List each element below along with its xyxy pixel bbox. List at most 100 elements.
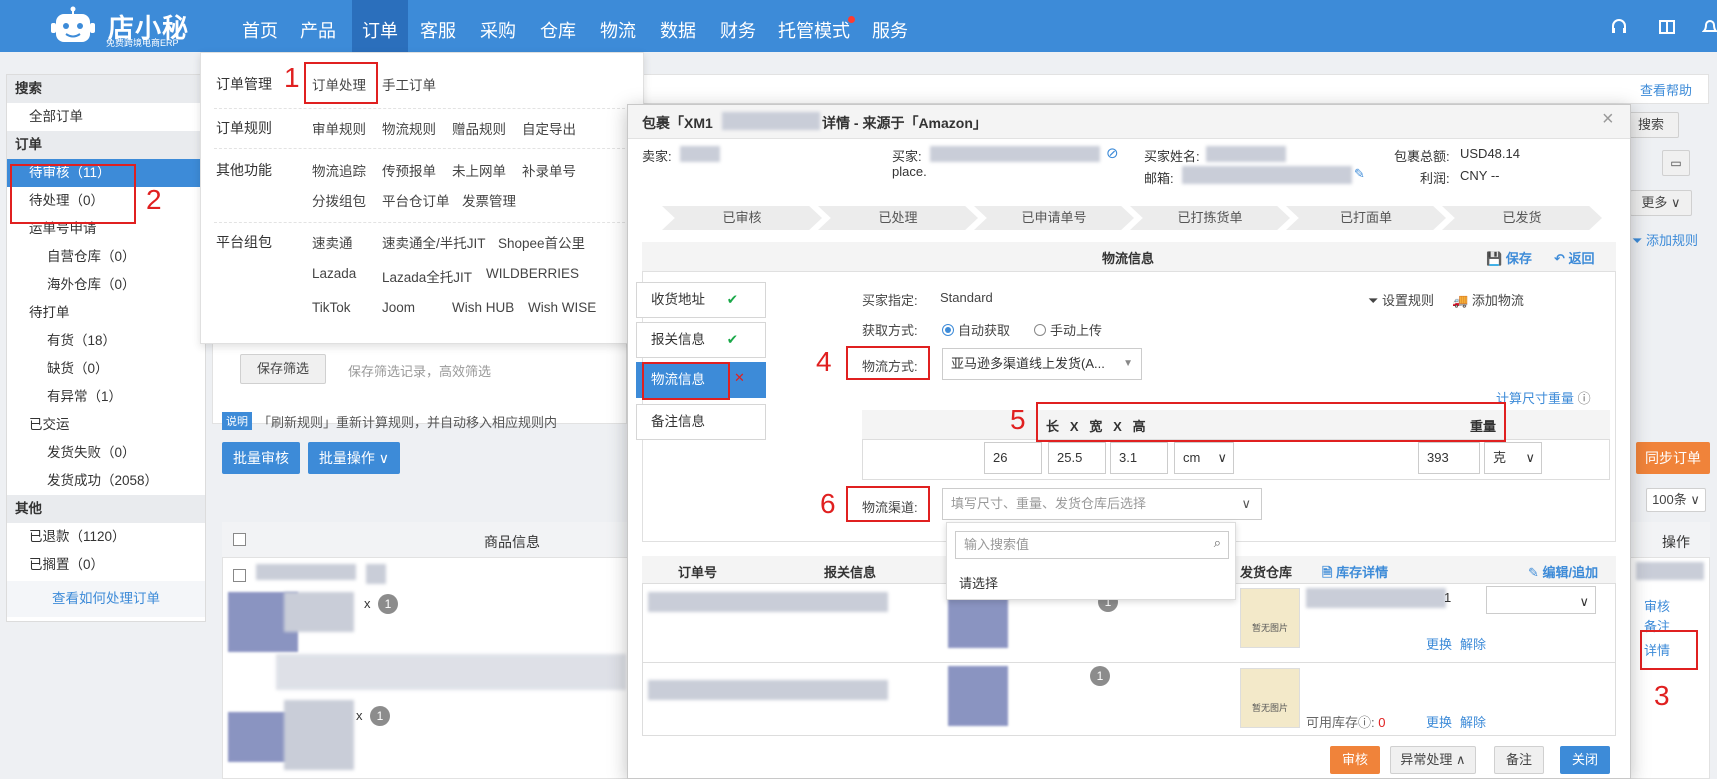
width-input[interactable]: 25.5: [1048, 442, 1106, 474]
option-please-select[interactable]: 请选择: [959, 573, 998, 592]
menu-wish-hub[interactable]: Wish HUB: [452, 300, 514, 315]
add-rule-link[interactable]: ⏷ 添加规则: [1632, 230, 1698, 249]
sidebar-item-shelved[interactable]: 已搁置（0）: [7, 551, 205, 579]
menu-joom[interactable]: Joom: [382, 300, 415, 315]
review-link[interactable]: 审核: [1644, 596, 1670, 615]
tab-customs[interactable]: 报关信息 ✔: [636, 322, 766, 358]
nav-services[interactable]: 服务: [868, 0, 912, 52]
menu-not-online[interactable]: 未上网单: [452, 160, 506, 180]
close-icon[interactable]: ×: [1602, 108, 1614, 131]
nav-warehouse[interactable]: 仓库: [536, 0, 580, 52]
sidebar-howto-link[interactable]: 查看如何处理订单: [7, 581, 205, 617]
replace-link-2[interactable]: 更换: [1426, 712, 1452, 731]
channel-select[interactable]: 填写尺寸、重量、发货仓库后选择 ∨: [942, 488, 1262, 520]
add-logistics-link[interactable]: 🚚 添加物流: [1452, 290, 1524, 309]
search-button[interactable]: 搜索: [1623, 112, 1679, 138]
save-button[interactable]: 💾 保存: [1486, 248, 1532, 267]
menu-invoice[interactable]: 发票管理: [462, 190, 516, 210]
back-button[interactable]: ↶ 返回: [1554, 248, 1595, 267]
calc-weight-link[interactable]: 计算尺寸重量 ⓘ: [1496, 388, 1591, 407]
nav-order[interactable]: 订单: [352, 0, 408, 52]
abnormal-button[interactable]: 异常处理 ∧: [1390, 746, 1476, 774]
edit-email-icon[interactable]: ✎: [1354, 166, 1365, 182]
nav-home[interactable]: 首页: [238, 0, 282, 52]
bell-icon[interactable]: [1701, 18, 1717, 41]
unbind-link[interactable]: 解除: [1460, 634, 1486, 653]
method-select[interactable]: 亚马逊多渠道线上发货(A... ▼: [942, 348, 1142, 380]
menu-forecast[interactable]: 传预报单: [382, 160, 436, 180]
sidebar-item-ship-fail[interactable]: 发货失败（0）: [7, 439, 205, 467]
menu-aliexpress-jit[interactable]: 速卖通全/半托JIT: [382, 232, 486, 252]
block-icon[interactable]: ⊘: [1106, 144, 1119, 162]
modal-close-button[interactable]: 关闭: [1560, 746, 1610, 774]
menu-split-pack[interactable]: 分拨组包: [312, 190, 366, 210]
menu-aliexpress[interactable]: 速卖通: [312, 232, 353, 252]
row-checkbox[interactable]: [233, 569, 246, 582]
save-filter-button[interactable]: 保存筛选: [240, 354, 326, 384]
menu-wish-wise[interactable]: Wish WISE: [528, 300, 596, 315]
headset-icon[interactable]: [1610, 18, 1628, 41]
length-input[interactable]: 26: [984, 442, 1042, 474]
sidebar-item-self-wh[interactable]: 自营仓库（0）: [7, 243, 205, 271]
page-size-select[interactable]: 100条 ∨: [1646, 488, 1706, 512]
menu-lazada[interactable]: Lazada: [312, 266, 356, 281]
menu-lazada-jit[interactable]: Lazada全托JIT: [382, 266, 472, 286]
menu-gift-rule[interactable]: 赠品规则: [452, 118, 506, 138]
modal-note-button[interactable]: 备注: [1494, 746, 1544, 774]
batch-ops-button[interactable]: 批量操作 ∨: [308, 442, 400, 474]
nav-finance[interactable]: 财务: [716, 0, 760, 52]
sidebar-item-to-print[interactable]: 待打单: [7, 299, 205, 327]
set-rule-link[interactable]: ⏷ 设置规则: [1368, 290, 1434, 309]
sidebar-search[interactable]: 搜索: [7, 75, 205, 103]
tab-address[interactable]: 收货地址 ✔: [636, 282, 766, 318]
fetch-manual-radio[interactable]: 手动上传: [1034, 320, 1102, 339]
menu-tracking[interactable]: 物流追踪: [312, 160, 366, 180]
menu-wildberries[interactable]: WILDBERRIES: [486, 266, 579, 281]
menu-shopee[interactable]: Shopee首公里: [498, 232, 585, 252]
print-icon[interactable]: ▭: [1662, 150, 1690, 176]
menu-manual-order[interactable]: 手工订单: [382, 74, 436, 94]
menu-add-number[interactable]: 补录单号: [522, 160, 576, 180]
book-icon[interactable]: [1658, 18, 1676, 41]
nav-product[interactable]: 产品: [296, 0, 340, 52]
select-all-checkbox[interactable]: [233, 533, 246, 546]
menu-platform-wh[interactable]: 平台仓订单: [382, 190, 450, 210]
sidebar-item-overseas-wh[interactable]: 海外仓库（0）: [7, 271, 205, 299]
unit-select[interactable]: cm ∨: [1174, 442, 1234, 474]
sidebar-item-refunded[interactable]: 已退款（1120）: [7, 523, 205, 551]
modal-review-button[interactable]: 审核: [1330, 746, 1380, 774]
sidebar-item-abnormal[interactable]: 有异常（1）: [7, 383, 205, 411]
menu-tiktok[interactable]: TikTok: [312, 300, 351, 315]
channel-search-input[interactable]: 输入搜索值: [955, 531, 1229, 559]
nav-service[interactable]: 客服: [416, 0, 460, 52]
sidebar-item-delivered[interactable]: 已交运: [7, 411, 205, 439]
radio-off[interactable]: [1034, 324, 1046, 336]
sync-order-button[interactable]: 同步订单: [1636, 442, 1710, 474]
help-link[interactable]: 查看帮助: [1640, 80, 1692, 99]
menu-logistics-rule[interactable]: 物流规则: [382, 118, 436, 138]
more-dropdown[interactable]: 更多 ∨: [1630, 190, 1692, 216]
logo-robot-icon[interactable]: [48, 6, 98, 46]
nav-purchase[interactable]: 采购: [476, 0, 520, 52]
menu-review-rule[interactable]: 审单规则: [312, 118, 366, 138]
tab-notes[interactable]: 备注信息: [636, 404, 766, 440]
radio-on[interactable]: [942, 324, 954, 336]
sidebar-item-in-stock[interactable]: 有货（18）: [7, 327, 205, 355]
item-select[interactable]: ∨: [1486, 586, 1596, 614]
weight-input[interactable]: 393: [1418, 442, 1480, 474]
menu-order-process[interactable]: 订单处理: [312, 74, 366, 94]
height-input[interactable]: 3.1: [1110, 442, 1168, 474]
nav-logistics[interactable]: 物流: [596, 0, 640, 52]
batch-review-button[interactable]: 批量审核: [222, 442, 300, 474]
nav-data[interactable]: 数据: [656, 0, 700, 52]
edit-add-link[interactable]: ✎ 编辑/追加: [1528, 562, 1598, 581]
replace-link[interactable]: 更换: [1426, 634, 1452, 653]
sidebar-item-out-of-stock[interactable]: 缺货（0）: [7, 355, 205, 383]
stock-detail-link[interactable]: 🗎 库存详情: [1322, 562, 1388, 586]
nav-hosting[interactable]: 托管模式: [776, 0, 852, 52]
unbind-link-2[interactable]: 解除: [1460, 712, 1486, 731]
weight-unit-select[interactable]: 克 ∨: [1484, 442, 1542, 474]
menu-custom-export[interactable]: 自定导出: [522, 118, 576, 138]
fetch-auto-radio[interactable]: 自动获取: [942, 320, 1010, 339]
sidebar-all-orders[interactable]: 全部订单: [7, 103, 205, 131]
